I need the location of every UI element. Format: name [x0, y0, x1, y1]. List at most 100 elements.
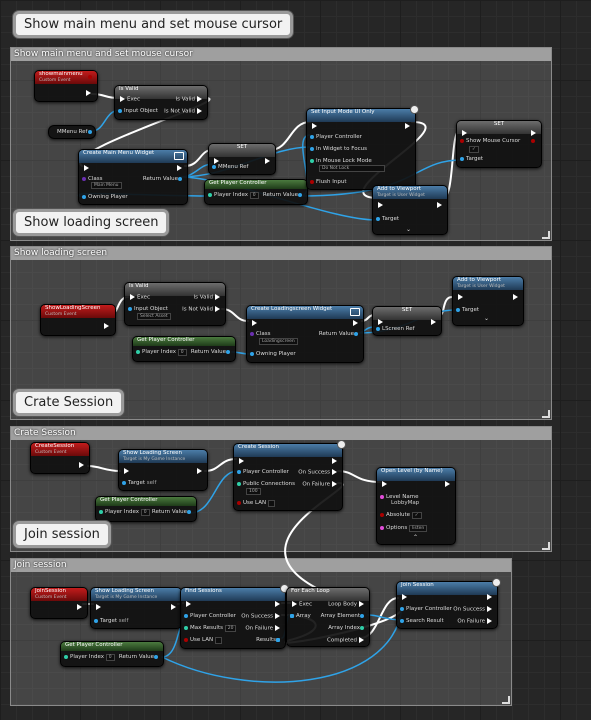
- exec-out-pin[interactable]: [104, 323, 109, 329]
- int-pin[interactable]: [360, 625, 364, 630]
- exec-in-pin[interactable]: [252, 320, 257, 326]
- absolute-checkbox[interactable]: ✓: [411, 512, 422, 519]
- exec-out-pin[interactable]: [359, 601, 364, 607]
- node-createsession-event[interactable]: CreateSession Custom Event: [30, 442, 90, 474]
- string-pin[interactable]: [380, 525, 384, 530]
- node-set-lscreen-ref[interactable]: SET LScreen Ref: [372, 306, 442, 336]
- exec-out-pin[interactable]: [86, 90, 91, 96]
- object-pin[interactable]: [376, 216, 380, 221]
- object-pin[interactable]: [187, 509, 191, 514]
- object-pin[interactable]: [212, 164, 216, 169]
- object-pin[interactable]: [376, 326, 380, 331]
- node-joinsession-event[interactable]: JoinSession Custom Event: [30, 587, 88, 619]
- node-add-to-viewport[interactable]: Add to Viewport Target is User Widget Tar…: [372, 185, 448, 235]
- level-name-input[interactable]: LobbyMap: [391, 500, 419, 506]
- exec-out-pin[interactable]: [487, 594, 492, 600]
- exec-out-pin[interactable]: [79, 462, 84, 468]
- array-pin[interactable]: [276, 637, 280, 642]
- object-pin[interactable]: [94, 618, 98, 623]
- exec-out-pin[interactable]: [197, 468, 202, 474]
- index-input[interactable]: 0: [177, 349, 187, 356]
- object-pin[interactable]: [400, 618, 404, 623]
- node-is-valid[interactable]: Is Valid Exec Input Object Is Valid Is N…: [114, 85, 208, 120]
- enum-pin[interactable]: [310, 158, 314, 163]
- resize-handle[interactable]: [542, 231, 550, 239]
- class-select[interactable]: Main Menu: [91, 182, 122, 189]
- exec-out-pin[interactable]: [197, 96, 202, 102]
- exec-in-pin[interactable]: [458, 294, 463, 300]
- int-pin[interactable]: [208, 192, 212, 197]
- class-pin[interactable]: [82, 176, 86, 181]
- object-pin[interactable]: [154, 654, 158, 659]
- index-input[interactable]: 0: [249, 192, 259, 199]
- exec-out-pin[interactable]: [487, 618, 492, 624]
- node-mmenu-ref-getter[interactable]: MMenu Ref: [48, 125, 96, 139]
- exec-in-pin[interactable]: [124, 468, 129, 474]
- node-get-player-controller[interactable]: Get Player Controller Player Index 0 Ret…: [60, 641, 164, 667]
- object-pin[interactable]: [456, 307, 460, 312]
- exec-out-pin[interactable]: [332, 481, 337, 487]
- exec-in-pin[interactable]: [378, 319, 383, 325]
- int-pin[interactable]: [64, 654, 68, 659]
- exec-out-pin[interactable]: [77, 604, 82, 610]
- exec-in-pin[interactable]: [96, 604, 101, 610]
- show-cursor-checkbox[interactable]: ✓: [469, 146, 479, 153]
- object-pin[interactable]: [184, 613, 188, 618]
- object-pin[interactable]: [298, 192, 302, 197]
- options-input[interactable]: listen: [408, 525, 428, 532]
- object-pin[interactable]: [460, 156, 464, 161]
- node-showmainmenu-event[interactable]: showmainmenu Custom Event: [34, 70, 98, 102]
- array-pin[interactable]: [290, 613, 294, 618]
- node-is-valid[interactable]: Is Valid Exec Input Object Select Asset …: [124, 282, 226, 326]
- exec-in-pin[interactable]: [402, 594, 407, 600]
- object-pin[interactable]: [128, 306, 132, 311]
- object-pin[interactable]: [87, 129, 92, 134]
- exec-out-pin[interactable]: [359, 637, 364, 643]
- exec-out-pin[interactable]: [171, 604, 176, 610]
- asset-select[interactable]: Select Asset: [137, 313, 171, 320]
- resize-handle[interactable]: [502, 696, 510, 704]
- exec-in-pin[interactable]: [84, 165, 89, 171]
- chevron-down-icon[interactable]: ⌄: [484, 315, 489, 322]
- lock-mode-select[interactable]: Do Not Lock: [319, 165, 385, 172]
- object-pin[interactable]: [82, 194, 86, 199]
- exec-out-pin[interactable]: [197, 108, 202, 114]
- object-pin[interactable]: [122, 480, 126, 485]
- object-pin[interactable]: [226, 349, 230, 354]
- node-set-input-mode-ui-only[interactable]: Set Input Mode UI Only Player Controller…: [306, 105, 419, 190]
- exec-in-pin[interactable]: [462, 130, 467, 136]
- exec-in-pin[interactable]: [292, 601, 297, 607]
- node-open-level[interactable]: Open Level (by Name) Level Name LobbyMap…: [376, 467, 456, 545]
- name-pin[interactable]: [380, 494, 384, 499]
- node-create-session[interactable]: Create Session Player Controller On Succ…: [233, 440, 346, 511]
- exec-in-pin[interactable]: [312, 123, 317, 129]
- class-pin[interactable]: [250, 331, 254, 336]
- chevron-up-icon[interactable]: ⌃: [413, 534, 418, 541]
- object-pin[interactable]: [354, 331, 358, 336]
- int-pin[interactable]: [237, 481, 241, 486]
- bool-pin[interactable]: [380, 512, 384, 517]
- exec-out-pin[interactable]: [215, 294, 220, 300]
- node-showloadingscreen-event[interactable]: ShowLoadingScreen Custom Event: [40, 304, 116, 336]
- comment-bubble-crate-session[interactable]: Crate Session: [13, 389, 125, 416]
- exec-out-pin[interactable]: [275, 613, 280, 619]
- exec-in-pin[interactable]: [120, 96, 125, 102]
- exec-out-pin[interactable]: [275, 625, 280, 631]
- exec-in-pin[interactable]: [382, 481, 387, 487]
- node-get-player-controller[interactable]: Get Player Controller Player Index 0 Ret…: [95, 496, 197, 522]
- bool-pin[interactable]: [460, 138, 464, 143]
- object-pin[interactable]: [118, 108, 122, 113]
- node-show-loading-screen[interactable]: Show Loading Screen Target is My Game Ins…: [118, 449, 208, 491]
- exec-in-pin[interactable]: [130, 294, 135, 300]
- exec-out-pin[interactable]: [177, 165, 182, 171]
- int-pin[interactable]: [99, 509, 103, 514]
- bool-pin[interactable]: [184, 637, 188, 642]
- node-create-main-menu-widget[interactable]: Create Main Menu Widget Class Main Menu …: [78, 149, 188, 205]
- node-set-mmenu-ref[interactable]: SET MMenu Ref: [208, 143, 276, 175]
- object-pin[interactable]: [310, 134, 314, 139]
- node-for-each-loop[interactable]: For Each Loop Exec Loop Body Array Array…: [286, 587, 370, 647]
- connections-input[interactable]: 100: [246, 488, 261, 495]
- comment-bubble-loading-screen[interactable]: Show loading screen: [13, 209, 170, 236]
- exec-out-pin[interactable]: [531, 130, 536, 136]
- object-pin[interactable]: [237, 469, 241, 474]
